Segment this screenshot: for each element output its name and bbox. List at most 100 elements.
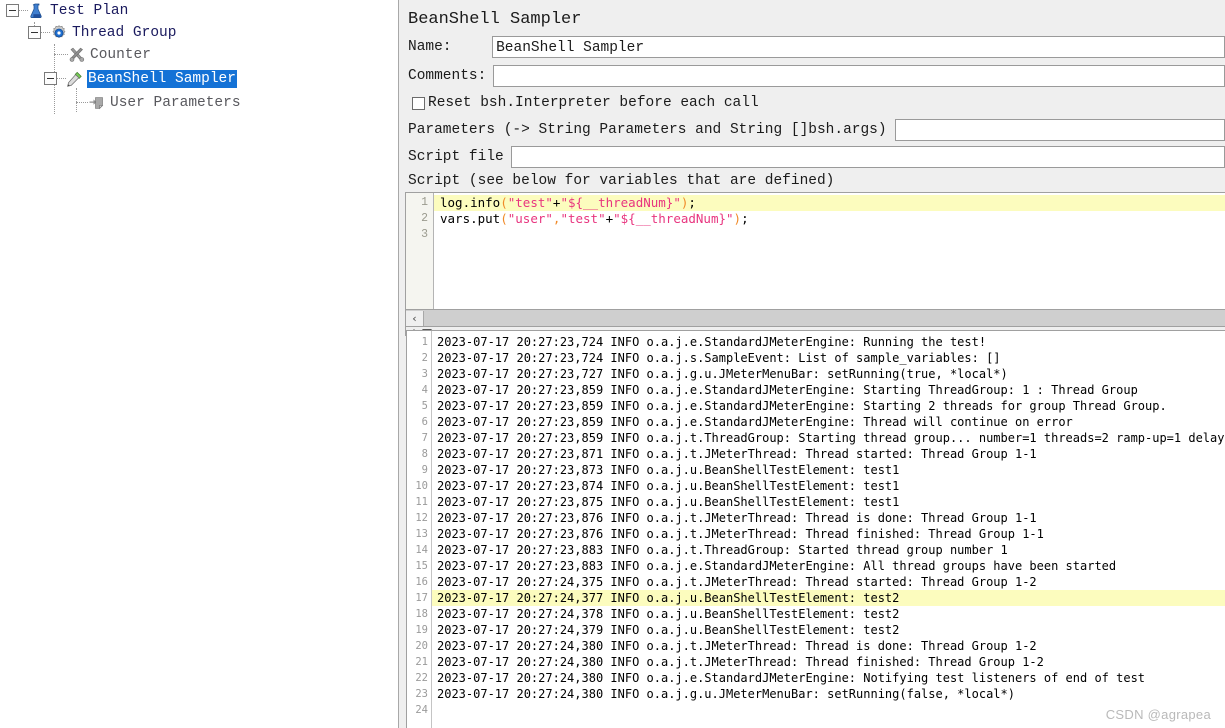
log-line[interactable]: 2023-07-17 20:27:24,375 INFO o.a.j.t.JMe… bbox=[432, 574, 1225, 590]
watermark: CSDN @agrapea bbox=[1105, 707, 1211, 722]
log-line[interactable]: 2023-07-17 20:27:23,883 INFO o.a.j.e.Sta… bbox=[432, 558, 1225, 574]
tree-connector bbox=[54, 53, 68, 56]
log-line-number: 8 bbox=[421, 448, 428, 460]
log-line-number: 24 bbox=[415, 704, 428, 716]
note-icon bbox=[88, 94, 106, 112]
script-token: ; bbox=[741, 211, 749, 226]
script-line[interactable]: vars.put("user","test"+"${__threadNum}")… bbox=[434, 211, 1225, 227]
script-token: "${__threadNum}" bbox=[613, 211, 734, 226]
log-line[interactable]: 2023-07-17 20:27:24,377 INFO o.a.j.u.Bea… bbox=[432, 590, 1225, 606]
tree-connector bbox=[41, 31, 50, 34]
script-line-number: 3 bbox=[421, 228, 428, 241]
script-token: ; bbox=[688, 195, 696, 210]
reset-interpreter-row[interactable]: Reset bsh.Interpreter before each call bbox=[399, 90, 1225, 116]
script-line-number: 1 bbox=[421, 196, 428, 209]
log-line-number: 5 bbox=[421, 400, 428, 412]
tree-item-thread-group[interactable]: Thread Group bbox=[28, 22, 177, 43]
script-code-area[interactable]: log.info("test"+"${__threadNum}"); vars.p… bbox=[434, 193, 1225, 309]
tree-item-label: Thread Group bbox=[72, 24, 177, 41]
scrollbar-track[interactable] bbox=[424, 310, 1225, 326]
comments-label: Comments: bbox=[408, 67, 487, 84]
name-row: Name: BeanShell Sampler bbox=[399, 32, 1225, 61]
script-editor[interactable]: 1 2 3 log.info("test"+"${__threadNum}"); va… bbox=[405, 192, 1225, 310]
tree-item-user-parameters[interactable]: User Parameters bbox=[76, 92, 242, 113]
log-line-number: 15 bbox=[415, 560, 428, 572]
log-line-number: 12 bbox=[415, 512, 428, 524]
script-token: ) bbox=[733, 211, 742, 226]
log-line-number: 21 bbox=[415, 656, 428, 668]
script-token: vars.put bbox=[440, 211, 501, 226]
flask-icon bbox=[28, 2, 46, 20]
log-line[interactable]: 2023-07-17 20:27:23,873 INFO o.a.j.u.Bea… bbox=[432, 462, 1225, 478]
tree-expand-toggle[interactable] bbox=[6, 4, 19, 17]
log-output[interactable]: 2023-07-17 20:27:23,724 INFO o.a.j.e.Sta… bbox=[432, 331, 1225, 728]
script-token: "test" bbox=[507, 195, 553, 210]
script-file-row: Script file bbox=[399, 143, 1225, 170]
log-line[interactable]: 2023-07-17 20:27:23,859 INFO o.a.j.e.Sta… bbox=[432, 382, 1225, 398]
tree-expand-toggle[interactable] bbox=[28, 26, 41, 39]
script-file-input[interactable] bbox=[510, 145, 1225, 168]
log-line-number: 9 bbox=[421, 464, 428, 476]
script-line-number: 2 bbox=[421, 212, 428, 225]
log-line-number: 13 bbox=[415, 528, 428, 540]
log-line-number: 3 bbox=[421, 368, 428, 380]
log-line[interactable]: 2023-07-17 20:27:23,876 INFO o.a.j.t.JMe… bbox=[432, 510, 1225, 526]
log-line[interactable]: 2023-07-17 20:27:23,724 INFO o.a.j.s.Sam… bbox=[432, 350, 1225, 366]
script-token: ( bbox=[500, 211, 508, 226]
comments-row: Comments: bbox=[399, 61, 1225, 90]
log-line[interactable]: 2023-07-17 20:27:24,380 INFO o.a.j.t.JMe… bbox=[432, 638, 1225, 654]
log-line-number: 6 bbox=[421, 416, 428, 428]
page-title: BeanShell Sampler bbox=[408, 10, 582, 29]
script-section-label: Script (see below for variables that are… bbox=[408, 173, 835, 189]
tree-item-label: BeanShell Sampler bbox=[87, 69, 237, 88]
tools-icon bbox=[68, 46, 86, 64]
script-token: ( bbox=[500, 195, 508, 210]
comments-input[interactable] bbox=[493, 64, 1225, 87]
log-line[interactable]: 2023-07-17 20:27:24,378 INFO o.a.j.u.Bea… bbox=[432, 606, 1225, 622]
log-line[interactable]: 2023-07-17 20:27:23,859 INFO o.a.j.e.Sta… bbox=[432, 414, 1225, 430]
log-line[interactable]: 2023-07-17 20:27:23,883 INFO o.a.j.t.Thr… bbox=[432, 542, 1225, 558]
tree-item-label: Test Plan bbox=[50, 2, 129, 19]
log-viewer-panel[interactable]: 1 2 3 4 5 6 7 8 9 10 11 12 13 14 15 16 17 18 19 20 21 22 23 24 … bbox=[406, 330, 1225, 728]
log-line[interactable]: 2023-07-17 20:27:23,871 INFO o.a.j.t.JMe… bbox=[432, 446, 1225, 462]
log-line-number: 17 bbox=[415, 592, 428, 604]
log-line[interactable]: 2023-07-17 20:27:23,724 INFO o.a.j.e.Sta… bbox=[432, 334, 1225, 350]
tree-expand-toggle[interactable] bbox=[44, 72, 57, 85]
script-horizontal-scrollbar[interactable]: ‹ bbox=[405, 310, 1225, 327]
log-line[interactable]: 2023-07-17 20:27:23,859 INFO o.a.j.t.Thr… bbox=[432, 430, 1225, 446]
script-line[interactable]: log.info("test"+"${__threadNum}"); bbox=[434, 195, 1225, 211]
parameters-input[interactable] bbox=[894, 118, 1225, 141]
test-plan-tree[interactable]: Test Plan Thread Group Counter BeanShell… bbox=[0, 0, 398, 728]
name-input[interactable]: BeanShell Sampler bbox=[492, 35, 1225, 58]
script-token: "user" bbox=[507, 211, 553, 226]
tree-item-test-plan[interactable]: Test Plan bbox=[6, 0, 129, 21]
reset-interpreter-checkbox[interactable] bbox=[412, 96, 425, 110]
log-line[interactable]: 2023-07-17 20:27:23,876 INFO o.a.j.t.JMe… bbox=[432, 526, 1225, 542]
tree-item-label: User Parameters bbox=[110, 94, 241, 111]
log-line[interactable]: 2023-07-17 20:27:24,380 INFO o.a.j.e.Sta… bbox=[432, 670, 1225, 686]
log-line[interactable]: 2023-07-17 20:27:23,859 INFO o.a.j.e.Sta… bbox=[432, 398, 1225, 414]
log-line[interactable]: 2023-07-17 20:27:24,380 INFO o.a.j.g.u.J… bbox=[432, 686, 1225, 702]
parameters-label: Parameters (-> String Parameters and Str… bbox=[408, 121, 887, 138]
gear-icon bbox=[50, 24, 68, 42]
log-line-number: 11 bbox=[415, 496, 428, 508]
log-line[interactable]: 2023-07-17 20:27:24,380 INFO o.a.j.t.JMe… bbox=[432, 654, 1225, 670]
log-line[interactable]: 2023-07-17 20:27:23,874 INFO o.a.j.u.Bea… bbox=[432, 478, 1225, 494]
script-file-label: Script file bbox=[408, 148, 504, 165]
tree-connector bbox=[76, 101, 88, 104]
script-token: + bbox=[605, 211, 614, 226]
script-line-number-gutter: 1 2 3 bbox=[406, 193, 434, 309]
tree-item-beanshell-sampler[interactable]: BeanShell Sampler bbox=[44, 68, 237, 89]
script-line[interactable] bbox=[434, 227, 1225, 243]
tree-item-label: Counter bbox=[90, 46, 151, 63]
name-label: Name: bbox=[408, 38, 452, 55]
log-line-number: 10 bbox=[415, 480, 428, 492]
log-line[interactable]: 2023-07-17 20:27:23,875 INFO o.a.j.u.Bea… bbox=[432, 494, 1225, 510]
log-line-number: 16 bbox=[415, 576, 428, 588]
log-line[interactable]: 2023-07-17 20:27:24,379 INFO o.a.j.u.Bea… bbox=[432, 622, 1225, 638]
log-line[interactable]: 2023-07-17 20:27:23,727 INFO o.a.j.g.u.J… bbox=[432, 366, 1225, 382]
tree-item-counter[interactable]: Counter bbox=[54, 44, 152, 65]
log-line-number: 14 bbox=[415, 544, 428, 556]
log-line-number: 23 bbox=[415, 688, 428, 700]
scroll-left-icon[interactable]: ‹ bbox=[406, 310, 424, 326]
